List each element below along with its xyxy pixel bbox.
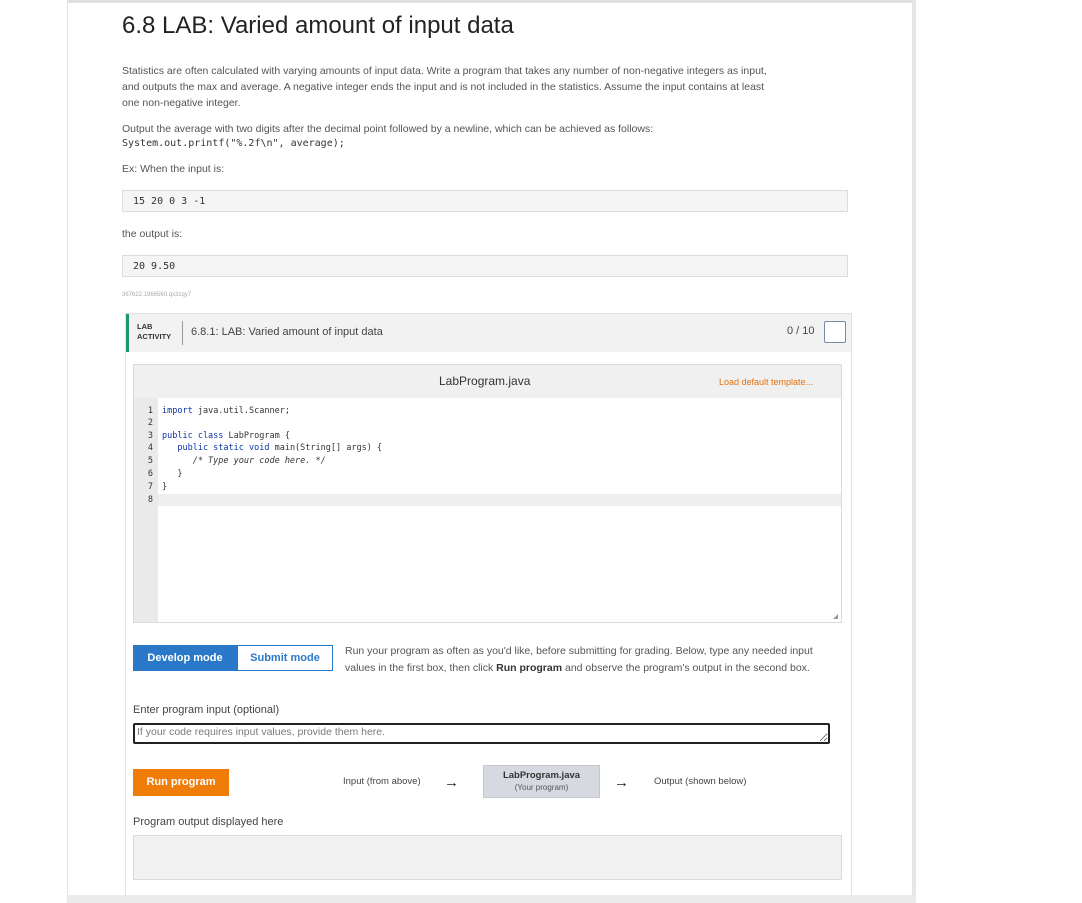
run-description-bold: Run program	[496, 662, 563, 674]
output-instruction: Output the average with two digits after…	[122, 123, 654, 135]
code-keyword: import	[162, 406, 193, 416]
activity-code-id: 367622.1966560.qx3zqy7	[122, 292, 192, 298]
develop-mode-button[interactable]: Develop mode	[133, 645, 237, 671]
line-number: 5	[147, 456, 153, 466]
resize-handle-icon[interactable]	[833, 614, 838, 619]
tag-line-lab: LAB	[137, 322, 153, 331]
arrow-right-icon: →	[444, 774, 459, 791]
code-text: java.util.Scanner;	[192, 406, 290, 416]
line-number-gutter: 1 2 3 4 5 6 7 8	[134, 398, 158, 622]
program-output-box	[133, 835, 842, 880]
code-line-7: }	[162, 482, 168, 492]
code-line-1: import java.util.Scanner;	[162, 406, 290, 416]
code-line-3: public class LabProgram {	[162, 431, 290, 441]
completion-badge-icon	[824, 321, 846, 343]
run-description: Run your program as often as you'd like,…	[345, 643, 840, 677]
code-text: main(String[] args) {	[269, 443, 383, 453]
program-input-field[interactable]	[133, 723, 830, 744]
example-input-box: 15 20 0 3 -1	[122, 190, 848, 212]
load-default-template-link[interactable]: Load default template...	[719, 377, 813, 387]
code-area[interactable]: import java.util.Scanner; public class L…	[158, 398, 841, 622]
program-box-subtitle: (Your program)	[514, 783, 569, 792]
lab-activity: LAB ACTIVITY 6.8.1: LAB: Varied amount o…	[125, 313, 852, 903]
line-number: 4	[147, 443, 153, 453]
flow-output-label: Output (shown below)	[654, 776, 747, 787]
description-line-1: Statistics are often calculated with var…	[122, 65, 767, 77]
arrow-right-icon: →	[614, 774, 629, 791]
program-input-label: Enter program input (optional)	[133, 704, 280, 716]
code-keyword: public class	[162, 431, 224, 441]
program-box: LabProgram.java (Your program)	[483, 765, 600, 798]
line-number: 8	[147, 495, 153, 505]
submit-mode-button[interactable]: Submit mode	[237, 645, 333, 671]
page-title: 6.8 LAB: Varied amount of input data	[122, 12, 514, 39]
code-line-6: }	[162, 469, 183, 479]
run-description-text-end: and observe the program's output in the …	[562, 662, 810, 674]
run-program-button[interactable]: Run program	[133, 769, 229, 796]
code-text: LabProgram {	[223, 431, 290, 441]
activity-score: 0 / 10	[787, 325, 815, 337]
bottom-rule	[68, 895, 916, 903]
line-number: 2	[147, 418, 153, 428]
editor-header: LabProgram.java Load default template...	[134, 365, 841, 398]
line-number: 3	[147, 431, 153, 441]
activity-title: 6.8.1: LAB: Varied amount of input data	[191, 326, 383, 338]
page-right-border	[912, 0, 916, 903]
editor-filename: LabProgram.java	[439, 374, 531, 388]
line-number: 7	[147, 482, 153, 492]
code-keyword: public static void	[162, 443, 270, 453]
tag-divider	[182, 321, 183, 345]
code-line-4: public static void main(String[] args) {	[162, 443, 382, 453]
program-output-label: Program output displayed here	[133, 816, 284, 828]
output-label: the output is:	[122, 228, 183, 240]
example-output-box: 20 9.50	[122, 255, 848, 277]
activity-header: LAB ACTIVITY 6.8.1: LAB: Varied amount o…	[126, 314, 851, 352]
flow-input-label: Input (from above)	[343, 776, 421, 787]
tag-line-activity: ACTIVITY	[137, 332, 172, 341]
description-line-3: one non-negative integer.	[122, 97, 241, 109]
lab-activity-tag: LAB ACTIVITY	[137, 322, 171, 342]
code-editor[interactable]: LabProgram.java Load default template...…	[133, 364, 842, 623]
top-rule	[68, 0, 912, 3]
line-number: 6	[147, 469, 153, 479]
example-label: Ex: When the input is:	[122, 163, 225, 175]
line-number: 1	[147, 406, 153, 416]
code-line-5: /* Type your code here. */	[162, 456, 326, 466]
program-box-name: LabProgram.java	[502, 770, 581, 781]
printf-code: System.out.printf("%.2f\n", average);	[122, 138, 345, 149]
description-line-2: and outputs the max and average. A negat…	[122, 81, 765, 93]
page-left-border	[67, 0, 68, 903]
